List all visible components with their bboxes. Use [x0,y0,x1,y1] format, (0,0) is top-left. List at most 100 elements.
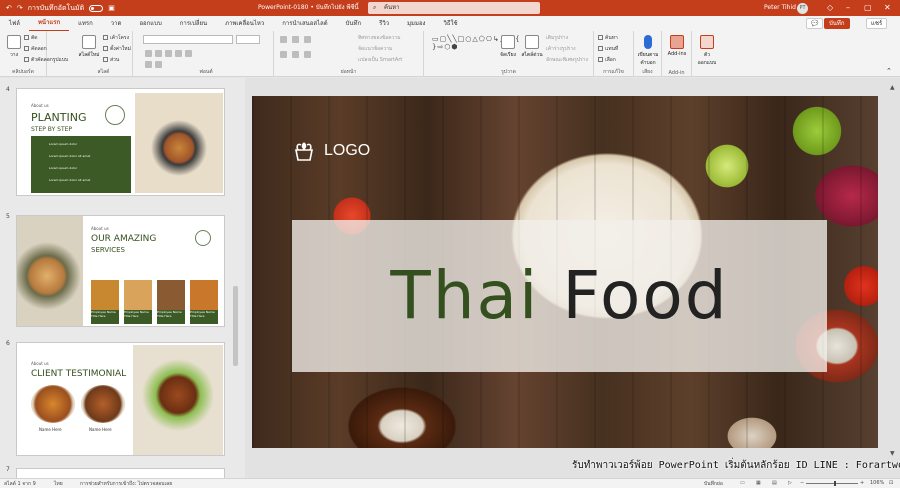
reset-button[interactable]: ตั้งค่าใหม่ [103,45,131,53]
paste-button[interactable]: วาง [2,35,26,59]
indent-icon[interactable] [304,36,311,43]
thumb4-item: Lorem ipsum dolor sit amet [49,154,91,158]
select-button[interactable]: เลือก [598,56,616,64]
slide-thumbnail-4[interactable]: About us PLANTING STEP BY STEP Lorem ips… [16,88,225,196]
tab-slideshow[interactable]: การนำเสนอสไลด์ [273,16,336,31]
bold-icon[interactable] [145,50,152,57]
record-button[interactable]: บันทึก [824,18,850,29]
minimize-icon[interactable]: – [846,0,850,16]
thumb6-name: Name Here [89,427,112,432]
search-box[interactable]: ⌕ ค้นหา [368,2,540,14]
align-text-button[interactable]: จัดแนวข้อความ [358,45,392,53]
highlight-icon[interactable] [155,61,162,68]
shape-outline-button[interactable]: เค้าร่างรูปร่าง [546,45,576,53]
slide-thumbnail-pane[interactable]: 4 About us PLANTING STEP BY STEP Lorem i… [0,78,245,478]
align-center-icon[interactable] [292,51,299,58]
strikethrough-icon[interactable] [175,50,182,57]
section-button[interactable]: ส่วน [103,56,119,64]
maximize-icon[interactable]: ▢ [864,0,872,16]
tab-view[interactable]: มุมมอง [398,16,434,31]
tab-draw[interactable]: วาด [102,16,131,31]
dictate-label: เขียนตามคำบอก [637,52,659,66]
arrange-button[interactable]: จัดเรียง [496,35,520,59]
notes-button[interactable]: บันทึกย่อ [704,480,723,488]
slide-thumbnail-7[interactable] [16,468,225,478]
scroll-up-icon[interactable]: ▲ [890,84,895,91]
replace-label: แทนที่ [605,46,619,52]
user-name[interactable]: Peter Tihid [764,0,796,16]
font-color-icon[interactable] [145,61,152,68]
layout-button[interactable]: เค้าโครง [103,34,129,42]
logo-text: LOGO [324,142,371,159]
new-slide-button[interactable]: สไลด์ใหม่ [77,35,101,59]
smartart-button[interactable]: แปลงเป็น SmartArt [358,56,402,64]
tab-insert[interactable]: แทรก [69,16,102,31]
reading-view-icon[interactable]: ▤ [772,480,777,486]
share-button[interactable]: แชร์ [866,18,888,29]
close-icon[interactable]: ✕ [884,0,891,16]
zoom-out-icon[interactable]: − [800,480,804,486]
addins-button[interactable]: Add-ins [665,35,689,57]
quick-styles-button[interactable]: สไตล์ด่วน [520,35,544,59]
dictate-button[interactable]: เขียนตามคำบอก [636,35,660,67]
align-left-icon[interactable] [280,51,287,58]
thumb4-title-line1: PLANTING [31,111,87,124]
accessibility-status[interactable]: การช่วยสำหรับการเข้าถึง: ไปตรวจสอบเลย [80,480,172,488]
designer-button[interactable]: ตัวออกแบบ [695,35,719,67]
shape-fill-button[interactable]: เติมรูปร่าง [546,34,568,42]
cut-button[interactable]: ตัด [24,34,38,42]
find-button[interactable]: ค้นหา [598,34,618,42]
tab-transitions[interactable]: การเปลี่ยน [171,16,216,31]
thumb5-food-image [17,216,83,326]
numbering-icon[interactable] [292,36,299,43]
comments-button[interactable]: 💬 [806,18,824,29]
fit-slide-icon[interactable]: ⊡ [889,480,893,486]
tab-help[interactable]: วิธีใช้ [434,16,466,31]
shapes-gallery[interactable]: ▭▢╲╲□○△⬠⎔↳⤴☆{ }⇨⬡⬢ [432,35,520,63]
copy-button[interactable]: คัดลอก [24,45,47,53]
italic-icon[interactable] [155,50,162,57]
slideshow-icon[interactable]: ▷ [788,480,792,486]
voice-group: เขียนตามคำบอก เสียง [634,31,662,77]
tab-animations[interactable]: ภาพเคลื่อนไหว [216,16,273,31]
font-size-box[interactable] [236,35,260,44]
thumbnail-scrollbar[interactable] [233,286,238,366]
tab-record[interactable]: บันทึก [337,16,371,31]
quick-styles-label: สไตล์ด่วน [521,52,543,58]
tab-home[interactable]: หน้าแรก [28,15,70,32]
slide-thumbnail-5[interactable]: About us OUR AMAZING SERVICES Employee N… [16,215,225,327]
tab-review[interactable]: รีวิว [370,16,398,31]
language-status[interactable]: ไทย [54,480,63,488]
undo-icon[interactable]: ↶ [6,4,12,12]
text-direction-button[interactable]: ทิศทางของข้อความ [358,34,401,42]
zoom-slider[interactable] [806,481,858,486]
shape-effects-button[interactable]: ลักษณะพิเศษรูปร่าง [546,56,588,64]
save-icon[interactable]: ▣ [108,4,115,12]
diamond-icon[interactable]: ◇ [827,0,833,16]
autosave-toggle[interactable] [89,4,104,12]
replace-button[interactable]: แทนที่ [598,45,618,53]
normal-view-icon[interactable]: ▭ [740,480,745,486]
new-slide-icon [82,35,96,49]
scroll-down-icon[interactable]: ▼ [890,450,895,457]
align-right-icon[interactable] [304,51,311,58]
shadow-icon[interactable] [185,50,192,57]
avatar[interactable]: PT [797,3,808,14]
slide-sorter-icon[interactable]: ▦ [756,480,761,486]
zoom-in-icon[interactable]: + [860,480,864,486]
redo-icon[interactable]: ↷ [17,4,23,12]
tab-design[interactable]: ออกแบบ [130,16,170,31]
bullets-icon[interactable] [280,36,287,43]
collapse-ribbon-icon[interactable]: ⌃ [886,67,892,75]
font-name-box[interactable] [143,35,233,44]
slide-title[interactable]: Thai Food [292,220,827,372]
flower-icon [105,105,125,125]
main-slide[interactable]: LOGO Thai Food [252,96,878,448]
paragraph-label: ย่อหน้า [340,69,357,75]
format-painter-button[interactable]: ตัวคัดลอกรูปแบบ [24,56,68,64]
underline-icon[interactable] [165,50,172,57]
zoom-level[interactable]: 106% [870,480,884,486]
slide-thumbnail-6[interactable]: About us CLIENT TESTIMONIAL Name Here Na… [16,342,225,456]
tab-file[interactable]: ไฟล์ [0,16,29,31]
thumb5-about: About us [91,226,109,231]
